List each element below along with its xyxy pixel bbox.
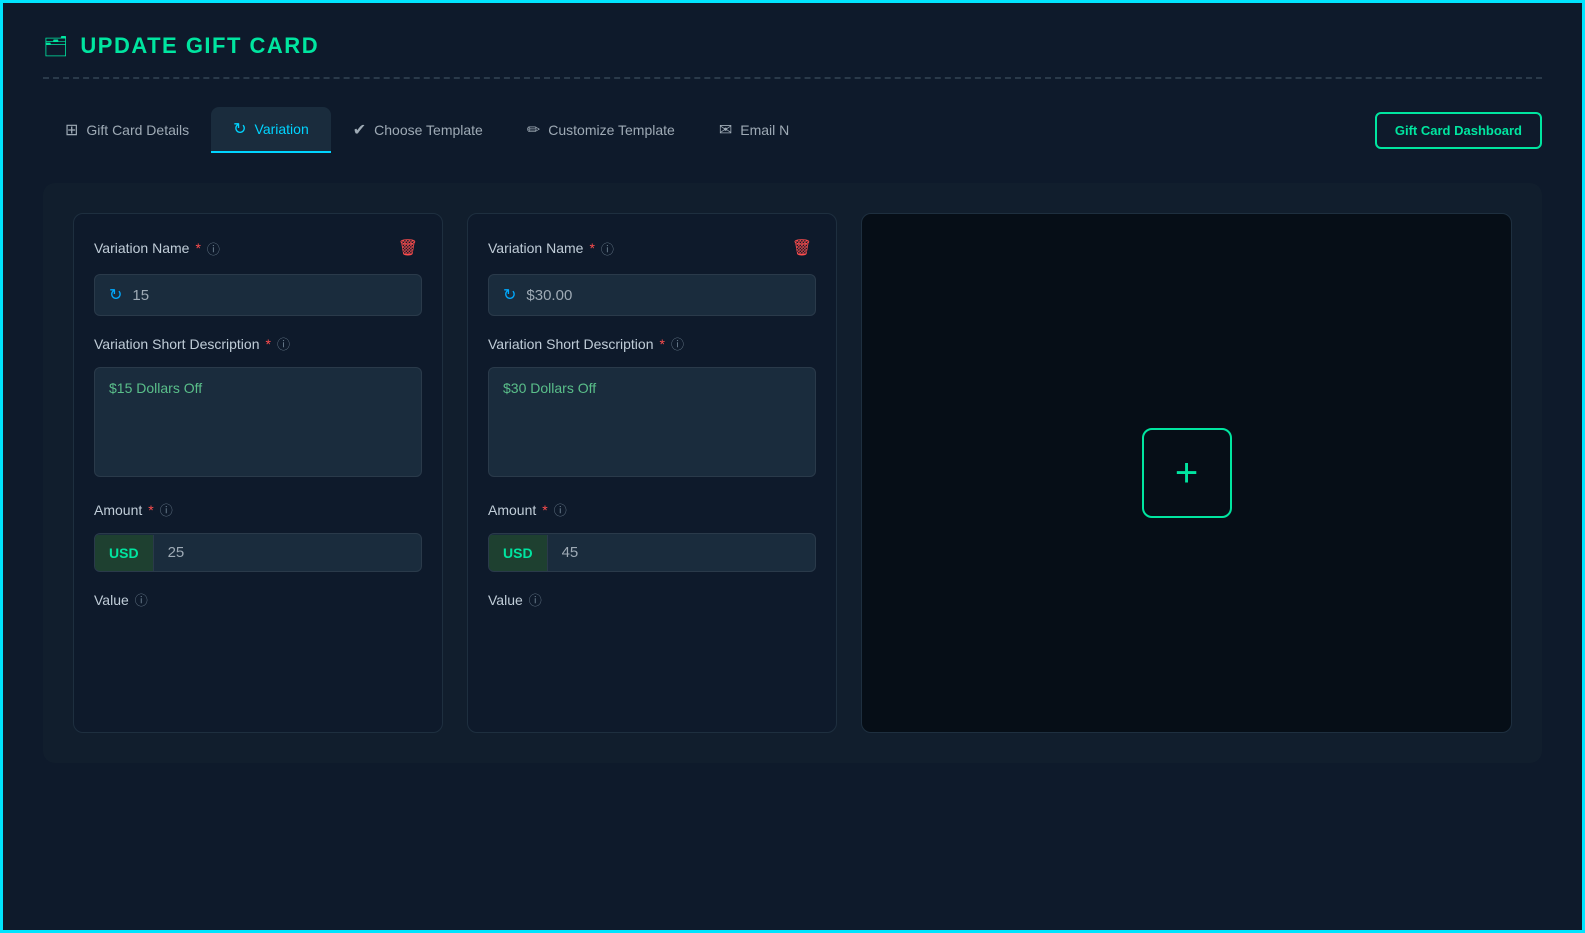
tab-gift-card-details[interactable]: ⊞ Gift Card Details: [43, 108, 211, 152]
required-star-desc-1: *: [265, 336, 270, 352]
refresh-icon-1: ↻: [109, 285, 122, 305]
info-icon-desc-2[interactable]: ⓘ: [671, 334, 684, 353]
delete-variation-2-button[interactable]: 🗑: [788, 236, 816, 260]
tab-choose-template[interactable]: ✔ Choose Template: [331, 108, 505, 152]
info-icon-1[interactable]: ⓘ: [207, 239, 220, 258]
variation-value-label-1: Value ⓘ: [94, 590, 148, 609]
amount-input-2[interactable]: [548, 534, 815, 571]
choose-template-icon: ✔: [353, 120, 366, 140]
info-icon-amount-1[interactable]: ⓘ: [160, 500, 173, 519]
variation-card-2: Variation Name * ⓘ 🗑 ↻ Variation Short D…: [467, 213, 837, 733]
page-title: UPDATE GIFT CARD: [80, 33, 319, 59]
page-icon: 🗂: [43, 34, 68, 59]
add-variation-panel: +: [861, 213, 1512, 733]
variation-short-desc-textarea-1[interactable]: [94, 367, 422, 477]
currency-badge-1: USD: [95, 535, 154, 571]
card-1-value-header: Value ⓘ: [94, 590, 422, 609]
delete-variation-1-button[interactable]: 🗑: [394, 236, 422, 260]
info-icon-amount-2[interactable]: ⓘ: [554, 500, 567, 519]
variation-short-desc-label-2: Variation Short Description * ⓘ: [488, 334, 684, 353]
amount-input-1[interactable]: [154, 534, 421, 571]
variation-name-label-1: Variation Name * ⓘ: [94, 239, 220, 258]
card-2-value-header: Value ⓘ: [488, 590, 816, 609]
amount-row-1: USD: [94, 533, 422, 572]
variation-name-input-1[interactable]: [132, 287, 407, 304]
required-star-amount-2: *: [542, 502, 547, 518]
customize-template-icon: ✏: [527, 120, 540, 140]
add-variation-button[interactable]: +: [1142, 428, 1232, 518]
tab-variation[interactable]: ↻ Variation: [211, 107, 331, 153]
variation-short-desc-textarea-2[interactable]: [488, 367, 816, 477]
variation-value-label-2: Value ⓘ: [488, 590, 542, 609]
gift-card-details-icon: ⊞: [65, 120, 78, 140]
card-1-header: Variation Name * ⓘ 🗑: [94, 236, 422, 260]
tabs-bar: ⊞ Gift Card Details ↻ Variation ✔ Choose…: [43, 107, 1542, 153]
amount-row-2: USD: [488, 533, 816, 572]
currency-badge-2: USD: [489, 535, 548, 571]
card-1-desc-header: Variation Short Description * ⓘ: [94, 334, 422, 353]
variation-name-input-1-wrapper: ↻: [94, 274, 422, 316]
page-header: 🗂 UPDATE GIFT CARD: [43, 33, 1542, 59]
page-wrapper: 🗂 UPDATE GIFT CARD ⊞ Gift Card Details ↻…: [3, 3, 1582, 930]
variation-short-desc-label-1: Variation Short Description * ⓘ: [94, 334, 290, 353]
variation-name-input-2-wrapper: ↻: [488, 274, 816, 316]
required-star-desc-2: *: [659, 336, 664, 352]
tab-email-notification[interactable]: ✉ Email N: [697, 108, 811, 152]
info-icon-value-1[interactable]: ⓘ: [135, 590, 148, 609]
content-area: Variation Name * ⓘ 🗑 ↻ Variation Short D…: [43, 183, 1542, 763]
variation-card-1: Variation Name * ⓘ 🗑 ↻ Variation Short D…: [73, 213, 443, 733]
variation-name-label-2: Variation Name * ⓘ: [488, 239, 614, 258]
variation-amount-label-1: Amount * ⓘ: [94, 500, 173, 519]
info-icon-desc-1[interactable]: ⓘ: [277, 334, 290, 353]
tab-customize-template[interactable]: ✏ Customize Template: [505, 108, 697, 152]
info-icon-value-2[interactable]: ⓘ: [529, 590, 542, 609]
variation-icon: ↻: [233, 119, 246, 139]
card-2-header: Variation Name * ⓘ 🗑: [488, 236, 816, 260]
email-icon: ✉: [719, 120, 732, 140]
header-divider: [43, 77, 1542, 79]
refresh-icon-2: ↻: [503, 285, 516, 305]
info-icon-2[interactable]: ⓘ: [601, 239, 614, 258]
required-star-2: *: [589, 240, 594, 256]
gift-card-dashboard-button[interactable]: Gift Card Dashboard: [1375, 112, 1542, 149]
variation-name-input-2[interactable]: [526, 287, 801, 304]
variation-amount-label-2: Amount * ⓘ: [488, 500, 567, 519]
card-2-desc-header: Variation Short Description * ⓘ: [488, 334, 816, 353]
required-star-amount-1: *: [148, 502, 153, 518]
required-star-1: *: [195, 240, 200, 256]
card-1-amount-header: Amount * ⓘ: [94, 500, 422, 519]
card-2-amount-header: Amount * ⓘ: [488, 500, 816, 519]
